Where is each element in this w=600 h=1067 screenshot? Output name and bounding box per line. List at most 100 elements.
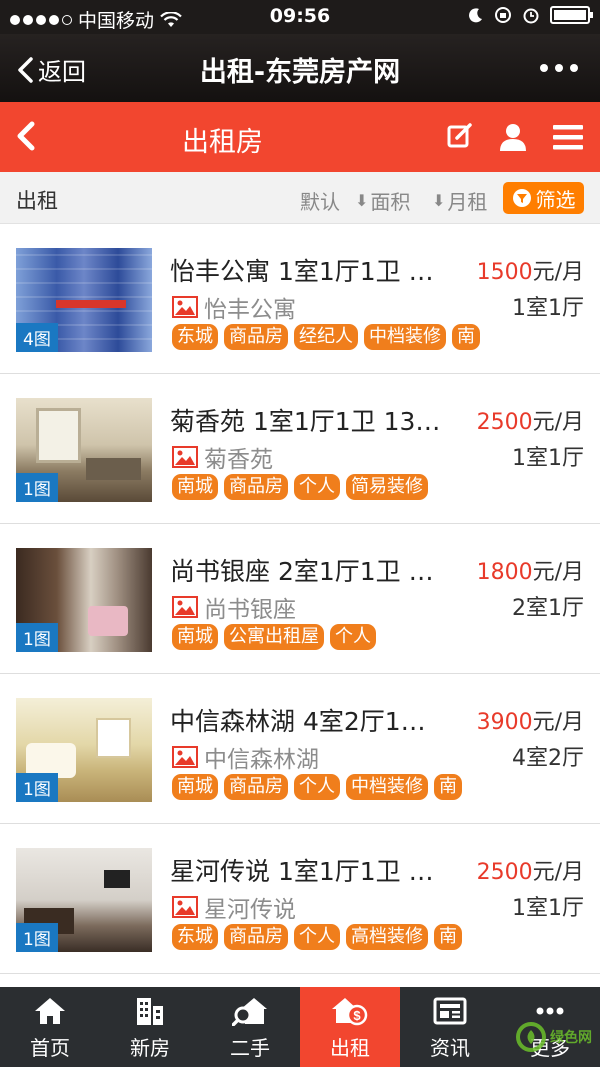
estate-name: 星河传说 <box>204 897 296 923</box>
estate-name: 中信森林湖 <box>204 747 319 773</box>
listing-photo: 1图 <box>16 548 152 652</box>
listing-photo: 4图 <box>16 248 152 352</box>
alarm-icon <box>523 8 539 24</box>
listing-tags: 东城 商品房 经纪人 中档装修 南 <box>172 324 480 350</box>
tag: 高档装修 <box>346 924 428 950</box>
listing-photo: 1图 <box>16 398 152 502</box>
listing-photo: 1图 <box>16 848 152 952</box>
filter-bar: 出租 默认 ⬇ 面积 ⬇ 月租 筛选 <box>0 172 600 224</box>
listing-estate: 怡丰公寓 <box>172 290 296 324</box>
tag: 商品房 <box>224 924 288 950</box>
tab-label: 出租 <box>330 1036 370 1060</box>
listing-photo: 1图 <box>16 698 152 802</box>
rent-house-icon: $ <box>332 998 368 1026</box>
photo-count-badge: 1图 <box>16 923 58 952</box>
image-icon <box>172 746 198 768</box>
listing-layout: 2室1厅 <box>512 596 584 621</box>
estate-name: 怡丰公寓 <box>204 297 296 323</box>
battery-icon <box>550 6 593 24</box>
tab-label: 资讯 <box>430 1036 470 1060</box>
listing-title: 菊香苑 1室1厅1卫 13… <box>170 407 441 436</box>
moon-icon <box>469 8 482 23</box>
tag: 南城 <box>172 774 218 800</box>
tab-news[interactable]: 资讯 <box>400 987 500 1067</box>
listing-list: 4图 怡丰公寓 1室1厅1卫 … 1500元/月 怡丰公寓 1室1厅 东城 商品… <box>0 224 600 974</box>
listing-layout: 1室1厅 <box>512 446 584 471</box>
listing-price: 2500元/月 <box>477 404 584 436</box>
arrow-down-icon: ⬇ <box>432 191 446 210</box>
tab-second-hand[interactable]: 二手 <box>200 987 300 1067</box>
price-unit: 元/月 <box>532 710 584 735</box>
tab-rent[interactable]: $ 出租 <box>300 987 400 1067</box>
price-unit: 元/月 <box>532 560 584 585</box>
orientation-lock-icon <box>495 7 511 23</box>
listing-tags: 南城 商品房 个人 中档装修 南 <box>172 774 462 800</box>
tab-label: 新房 <box>130 1036 170 1060</box>
price-value: 2500 <box>476 410 533 435</box>
status-right <box>468 6 593 24</box>
category-label: 出租 <box>16 189 58 213</box>
tab-new-homes[interactable]: 新房 <box>100 987 200 1067</box>
sort-rent[interactable]: ⬇ 月租 <box>432 186 487 215</box>
svg-text:$: $ <box>353 1008 361 1023</box>
sort-area-label: 面积 <box>370 190 411 214</box>
price-unit: 元/月 <box>532 260 584 285</box>
listing-item[interactable]: 1图 尚书银座 2室1厅1卫 … 1800元/月 尚书银座 2室1厅 南城 公寓… <box>0 524 600 674</box>
listing-item[interactable]: 1图 星河传说 1室1厅1卫 … 2500元/月 星河传说 1室1厅 东城 商品… <box>0 824 600 974</box>
listing-estate: 尚书银座 <box>172 590 296 624</box>
sort-default[interactable]: 默认 <box>300 186 340 215</box>
estate-name: 菊香苑 <box>204 447 273 473</box>
filter-label: 筛选 <box>535 187 576 212</box>
tag: 南城 <box>172 624 218 650</box>
image-icon <box>172 296 198 318</box>
image-icon <box>172 596 198 618</box>
price-value: 1500 <box>476 260 533 285</box>
house-search-icon <box>232 998 267 1026</box>
listing-price: 3900元/月 <box>477 704 584 736</box>
more-menu-icon[interactable] <box>540 64 578 72</box>
price-value: 3900 <box>476 710 533 735</box>
price-unit: 元/月 <box>532 410 584 435</box>
edit-icon[interactable] <box>446 122 474 154</box>
chevron-left-icon <box>17 121 35 151</box>
tag: 个人 <box>294 774 340 800</box>
tag: 东城 <box>172 324 218 350</box>
listing-item[interactable]: 1图 中信森林湖 4室2厅1… 3900元/月 中信森林湖 4室2厅 南城 商品… <box>0 674 600 824</box>
tag: 经纪人 <box>294 324 358 350</box>
filter-button[interactable]: 筛选 <box>503 182 584 214</box>
tab-home[interactable]: 首页 <box>0 987 100 1067</box>
listing-estate: 星河传说 <box>172 890 296 924</box>
listing-tags: 南城 商品房 个人 简易装修 <box>172 474 428 500</box>
listing-estate: 菊香苑 <box>172 440 273 474</box>
listing-title: 中信森林湖 4室2厅1… <box>170 707 426 736</box>
tag: 公寓出租屋 <box>224 624 324 650</box>
page-header: 出租房 <box>0 102 600 172</box>
listing-price: 1500元/月 <box>477 254 584 286</box>
watermark-logo-icon <box>516 1022 546 1052</box>
tag: 商品房 <box>224 774 288 800</box>
photo-count-badge: 4图 <box>16 323 58 352</box>
listing-title: 怡丰公寓 1室1厅1卫 … <box>170 257 434 286</box>
photo-count-badge: 1图 <box>16 623 58 652</box>
wechat-title: 出租-东莞房产网 <box>199 57 401 88</box>
tag: 商品房 <box>224 324 288 350</box>
tab-label: 首页 <box>30 1036 70 1060</box>
arrow-down-icon: ⬇ <box>355 191 369 210</box>
tag: 南 <box>434 774 462 800</box>
home-icon <box>35 998 65 1024</box>
sort-area[interactable]: ⬇ 面积 <box>355 186 410 215</box>
page-title: 出租房 <box>182 127 263 158</box>
watermark-text: 绿色网 <box>550 1030 592 1046</box>
listing-item[interactable]: 4图 怡丰公寓 1室1厅1卫 … 1500元/月 怡丰公寓 1室1厅 东城 商品… <box>0 224 600 374</box>
listing-item[interactable]: 1图 菊香苑 1室1厅1卫 13… 2500元/月 菊香苑 1室1厅 南城 商品… <box>0 374 600 524</box>
photo-count-badge: 1图 <box>16 473 58 502</box>
tab-label: 二手 <box>230 1036 270 1060</box>
menu-icon[interactable] <box>552 122 584 156</box>
image-icon <box>172 446 198 468</box>
user-icon[interactable] <box>498 122 528 156</box>
status-bar: 中国移动 09:56 <box>0 0 600 34</box>
page-back-button[interactable] <box>14 120 38 156</box>
listing-layout: 1室1厅 <box>512 896 584 921</box>
listing-title: 尚书银座 2室1厅1卫 … <box>170 557 434 586</box>
photo-count-badge: 1图 <box>16 773 58 802</box>
